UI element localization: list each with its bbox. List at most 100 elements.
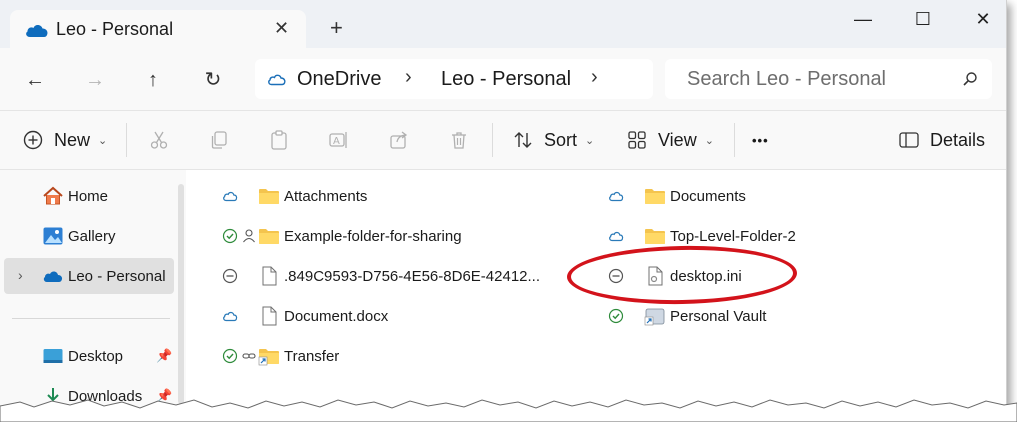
tab-close-icon[interactable]: ✕ bbox=[274, 18, 289, 39]
close-window-button[interactable]: ✕ bbox=[968, 6, 998, 32]
sidebar-divider bbox=[12, 318, 170, 319]
forward-button[interactable]: → bbox=[80, 66, 110, 94]
back-button[interactable]: ← bbox=[20, 66, 50, 94]
new-label: New bbox=[54, 129, 91, 150]
file-name: Documents bbox=[670, 188, 746, 205]
cut-button[interactable] bbox=[148, 125, 170, 155]
sidebar-item-leo-personal[interactable]: › Leo - Personal bbox=[4, 258, 174, 294]
share-icon bbox=[390, 131, 408, 149]
synced-check-icon bbox=[608, 308, 624, 324]
expand-chevron-icon[interactable]: › bbox=[18, 267, 23, 283]
search-icon bbox=[963, 72, 977, 86]
folder-icon bbox=[259, 189, 279, 204]
sidebar-item-gallery[interactable]: Gallery bbox=[4, 218, 174, 254]
sidebar-item-home[interactable]: Home bbox=[4, 178, 174, 214]
cloud-status-icon bbox=[223, 311, 238, 322]
blank-file-icon bbox=[262, 266, 277, 286]
pin-icon[interactable]: 📌 bbox=[156, 348, 172, 364]
cut-icon bbox=[150, 131, 168, 149]
delete-button[interactable] bbox=[448, 125, 470, 155]
up-button[interactable]: ↑ bbox=[138, 66, 168, 94]
sidebar-item-label: Desktop bbox=[68, 348, 124, 365]
torn-edge-decoration bbox=[0, 399, 1017, 422]
paste-button[interactable] bbox=[268, 125, 290, 155]
list-item-document-docx[interactable]: Document.docx bbox=[222, 302, 562, 330]
sidebar-item-label: Home bbox=[68, 188, 109, 205]
synced-check-icon bbox=[222, 228, 238, 244]
list-item-example-folder-for-sharing[interactable]: Example-folder-for-sharing bbox=[222, 222, 562, 250]
breadcrumb-separator-icon[interactable]: › bbox=[591, 66, 598, 89]
list-item-attachments[interactable]: Attachments bbox=[222, 182, 562, 210]
breadcrumb-onedrive[interactable]: OneDrive bbox=[297, 68, 381, 91]
tab-leo-personal[interactable]: Leo - Personal ✕ bbox=[10, 10, 306, 48]
sidebar-item-label: Leo - Personal bbox=[68, 268, 166, 285]
maximize-button[interactable]: ☐ bbox=[908, 6, 938, 32]
address-bar[interactable]: OneDrive › Leo - Personal › bbox=[255, 59, 653, 99]
list-item-personal-vault[interactable]: Personal Vault bbox=[608, 302, 908, 330]
sidebar-scrollbar[interactable] bbox=[178, 184, 184, 404]
sort-icon bbox=[514, 132, 532, 148]
file-name: Personal Vault bbox=[670, 308, 767, 325]
share-button[interactable] bbox=[388, 125, 410, 155]
navigation-pane: Home Gallery › Leo - Personal Desktop � bbox=[0, 170, 186, 410]
sidebar-item-label: Gallery bbox=[68, 228, 116, 245]
copy-button[interactable] bbox=[208, 125, 230, 155]
file-name: Document.docx bbox=[284, 308, 389, 325]
sort-label: Sort bbox=[544, 129, 578, 150]
home-icon bbox=[43, 186, 63, 205]
refresh-button[interactable]: ↻ bbox=[198, 66, 228, 94]
breadcrumb-leo-personal[interactable]: Leo - Personal bbox=[441, 68, 571, 91]
toolbar-divider bbox=[126, 123, 127, 157]
toolbar-divider bbox=[734, 123, 735, 157]
file-name: Transfer bbox=[284, 348, 340, 365]
minimize-button[interactable]: — bbox=[848, 6, 878, 32]
sidebar-item-desktop[interactable]: Desktop 📌 bbox=[4, 338, 174, 374]
paste-icon bbox=[271, 130, 287, 150]
svg-text:A: A bbox=[333, 136, 340, 147]
new-tab-button[interactable]: + bbox=[330, 17, 343, 39]
list-item-hidden-guid-file[interactable]: .849C9593-D756-4E56-8D6E-42412... bbox=[222, 262, 562, 290]
vault-shortcut-icon bbox=[644, 308, 665, 326]
tab-title: Leo - Personal bbox=[56, 19, 174, 39]
cloud-status-icon bbox=[223, 191, 238, 202]
settings-file-icon bbox=[648, 266, 663, 286]
search-input[interactable]: Search Leo - Personal bbox=[687, 68, 886, 91]
list-item-top-level-folder-2[interactable]: Top-Level-Folder-2 bbox=[608, 222, 908, 250]
title-bar: Leo - Personal ✕ + — ☐ ✕ bbox=[0, 0, 1006, 48]
folder-icon bbox=[645, 229, 665, 244]
rename-icon: A bbox=[329, 132, 347, 148]
view-label: View bbox=[658, 129, 697, 150]
cloud-status-icon bbox=[609, 231, 624, 242]
command-bar: New ⌄ A Sort ⌄ View ⌄ ••• Details bbox=[0, 111, 1006, 170]
folder-shortcut-icon bbox=[258, 349, 279, 366]
list-item-transfer[interactable]: Transfer bbox=[222, 342, 562, 370]
file-list: Attachments Example-folder-for-sharing .… bbox=[192, 170, 1006, 410]
file-name: Top-Level-Folder-2 bbox=[670, 228, 796, 245]
details-pane-icon bbox=[899, 132, 919, 148]
breadcrumb-separator-icon[interactable]: › bbox=[405, 66, 412, 89]
new-button[interactable]: New ⌄ bbox=[22, 125, 107, 155]
list-item-documents[interactable]: Documents bbox=[608, 182, 908, 210]
sort-button[interactable]: Sort ⌄ bbox=[512, 125, 594, 155]
search-box[interactable]: Search Leo - Personal bbox=[665, 59, 992, 99]
details-button[interactable]: Details bbox=[898, 125, 985, 155]
navigation-bar: ← → ↑ ↻ OneDrive › Leo - Personal › Sear… bbox=[0, 48, 1006, 111]
copy-icon bbox=[211, 131, 227, 149]
view-button[interactable]: View ⌄ bbox=[626, 125, 714, 155]
desktop-folder-icon bbox=[43, 349, 63, 363]
chevron-down-icon: ⌄ bbox=[704, 134, 714, 147]
excluded-status-icon bbox=[608, 268, 624, 284]
onedrive-outline-icon bbox=[268, 74, 286, 86]
chevron-down-icon: ⌄ bbox=[585, 134, 595, 147]
add-circle-icon bbox=[23, 130, 43, 150]
more-options-button[interactable]: ••• bbox=[752, 125, 769, 155]
details-label: Details bbox=[930, 129, 986, 150]
file-name: desktop.ini bbox=[670, 268, 742, 285]
cloud-status-icon bbox=[609, 191, 624, 202]
file-name: Example-folder-for-sharing bbox=[284, 228, 462, 245]
list-item-desktop-ini[interactable]: desktop.ini bbox=[608, 262, 908, 290]
rename-button[interactable]: A bbox=[328, 125, 350, 155]
gallery-icon bbox=[43, 227, 63, 245]
chevron-down-icon: ⌄ bbox=[98, 134, 108, 147]
file-name: Attachments bbox=[284, 188, 368, 205]
